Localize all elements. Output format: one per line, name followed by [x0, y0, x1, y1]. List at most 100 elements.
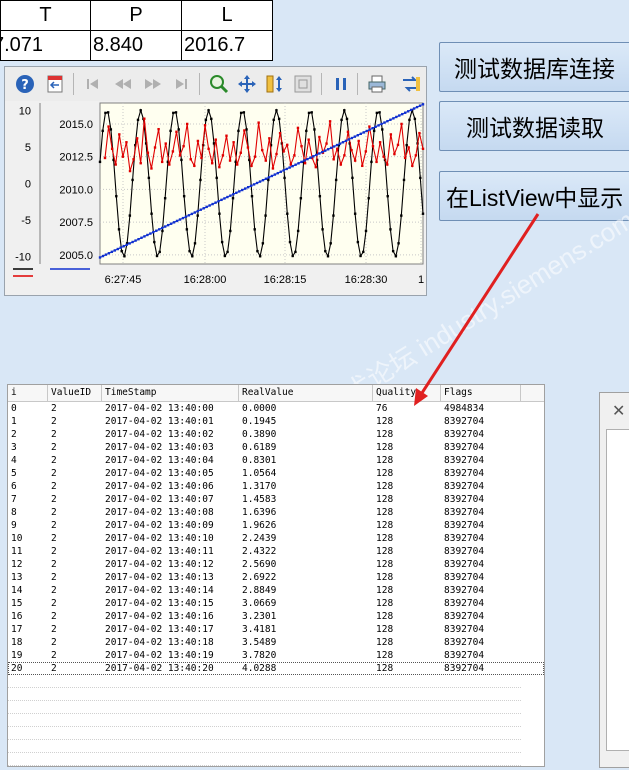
- cell-valueid: 2: [48, 571, 57, 584]
- cell-flags: 8392704: [441, 610, 484, 623]
- test-data-read-button[interactable]: 测试数据读取: [439, 101, 629, 151]
- linear-series-point: [208, 204, 210, 206]
- cell-timestamp: 2017-04-02 13:40:10: [102, 532, 214, 545]
- linear-series-point: [398, 114, 400, 116]
- table-row[interactable]: 5 2 2017-04-02 13:40:05 1.0564 128 8392704: [8, 467, 544, 480]
- noise-series-point: [415, 154, 417, 156]
- table-row[interactable]: 16 2 2017-04-02 13:40:16 3.2301 128 8392704: [8, 610, 544, 623]
- right-axis-tick-label: 2015.0: [59, 119, 93, 131]
- print-icon[interactable]: [365, 72, 389, 96]
- table-row[interactable]: 11 2 2017-04-02 13:40:11 2.4322 128 8392704: [8, 545, 544, 558]
- table-row[interactable]: 8 2 2017-04-02 13:40:08 1.6396 128 8392704: [8, 506, 544, 519]
- svg-text:?: ?: [21, 78, 29, 93]
- sine-series-point: [259, 255, 261, 257]
- table-row[interactable]: 6 2 2017-04-02 13:40:06 1.3170 128 8392704: [8, 480, 544, 493]
- noise-series-point: [165, 142, 167, 144]
- linear-series-point: [197, 210, 199, 212]
- cell-i: 12: [8, 558, 22, 571]
- linear-series-point: [351, 137, 353, 139]
- linear-series-point: [123, 245, 125, 247]
- sine-series-point: [194, 242, 196, 244]
- column-header-valueid[interactable]: ValueID: [48, 385, 102, 401]
- help-icon[interactable]: ?: [13, 72, 37, 96]
- trend-plot[interactable]: 2015.0 2012.5 2010.0 2007.5 2005.0 10 5 0 -5 -10 6…: [5, 101, 427, 296]
- chart-toolbar: ?: [5, 67, 426, 102]
- table-row[interactable]: 12 2 2017-04-02 13:40:12 2.5690 128 8392704: [8, 558, 544, 571]
- cell-i: 8: [8, 506, 17, 519]
- exchange-icon[interactable]: [399, 72, 423, 96]
- noise-series-point: [172, 150, 174, 152]
- export-icon[interactable]: [43, 72, 67, 96]
- linear-series-point: [140, 237, 142, 239]
- table-row[interactable]: 13 2 2017-04-02 13:40:13 2.6922 128 8392704: [8, 571, 544, 584]
- pan-icon[interactable]: [235, 72, 259, 96]
- cell-realvalue: 3.2301: [239, 610, 276, 623]
- sine-series-point: [275, 109, 277, 111]
- noise-series-point: [404, 157, 406, 159]
- linear-series-point: [158, 228, 160, 230]
- zoom-icon[interactable]: [207, 72, 231, 96]
- table-row[interactable]: 19 2 2017-04-02 13:40:19 3.7820 128 8392704: [8, 649, 544, 662]
- first-icon[interactable]: [81, 72, 105, 96]
- sine-series-point: [400, 214, 402, 216]
- linear-series-point: [342, 141, 344, 143]
- cell-quality: 128: [373, 597, 393, 610]
- table-row[interactable]: 18 2 2017-04-02 13:40:18 3.5489 128 8392704: [8, 636, 544, 649]
- sine-series-point: [169, 130, 171, 132]
- cell-quality: 128: [373, 545, 393, 558]
- column-header-quality[interactable]: Quality: [373, 385, 441, 401]
- column-header-realvalue[interactable]: RealValue: [239, 385, 373, 401]
- column-header-flags[interactable]: Flags: [441, 385, 521, 401]
- column-header-timestamp[interactable]: TimeStamp: [102, 385, 239, 401]
- linear-series-point: [111, 251, 113, 253]
- noise-series-point: [186, 123, 188, 125]
- sine-series-point: [102, 130, 104, 132]
- noise-series-point: [357, 140, 359, 142]
- cell-realvalue: 2.6922: [239, 571, 276, 584]
- noise-series-point: [422, 148, 424, 150]
- cell-flags: 8392704: [441, 493, 484, 506]
- pause-icon[interactable]: [329, 72, 353, 96]
- cell-timestamp: 2017-04-02 13:40:19: [102, 649, 214, 662]
- linear-series-point: [217, 200, 219, 202]
- column-header-i[interactable]: i: [8, 385, 48, 401]
- last-icon[interactable]: [169, 72, 193, 96]
- cell-flags: 8392704: [441, 441, 484, 454]
- cell-realvalue: 3.5489: [239, 636, 276, 649]
- linear-series-point: [259, 180, 261, 182]
- reset-icon[interactable]: [291, 72, 315, 96]
- linear-series-point: [357, 134, 359, 136]
- linear-series-point: [410, 109, 412, 111]
- noise-series-point: [350, 149, 352, 151]
- table-row[interactable]: 1 2 2017-04-02 13:40:01 0.1945 128 8392704: [8, 415, 544, 428]
- linear-series-point: [134, 239, 136, 241]
- table-row[interactable]: 2 2 2017-04-02 13:40:02 0.3890 128 8392704: [8, 428, 544, 441]
- cell-i: 19: [8, 649, 22, 662]
- table-row[interactable]: 7 2 2017-04-02 13:40:07 1.4583 128 8392704: [8, 493, 544, 506]
- header-p: P: [91, 1, 182, 31]
- header-l: L: [182, 1, 273, 31]
- table-row[interactable]: 20 2 2017-04-02 13:40:20 4.0288 128 8392704: [8, 662, 544, 675]
- sine-series-point: [365, 230, 367, 232]
- table-row[interactable]: 4 2 2017-04-02 13:40:04 0.8301 128 8392704: [8, 454, 544, 467]
- table-row[interactable]: 15 2 2017-04-02 13:40:15 3.0669 128 8392704: [8, 597, 544, 610]
- close-icon[interactable]: ✕: [612, 401, 625, 421]
- sine-series-point: [324, 250, 326, 252]
- noise-series-point: [315, 166, 317, 168]
- forward-icon[interactable]: [141, 72, 165, 96]
- cell-i: 5: [8, 467, 17, 480]
- table-row[interactable]: 17 2 2017-04-02 13:40:17 3.4181 128 8392704: [8, 623, 544, 636]
- data-listview[interactable]: i ValueID TimeStamp RealValue Quality Fl…: [7, 384, 545, 767]
- rewind-icon[interactable]: [111, 72, 135, 96]
- table-row[interactable]: 9 2 2017-04-02 13:40:09 1.9626 128 8392704: [8, 519, 544, 532]
- table-row[interactable]: 10 2 2017-04-02 13:40:10 2.2439 128 8392704: [8, 532, 544, 545]
- table-row[interactable]: 3 2 2017-04-02 13:40:03 0.6189 128 8392704: [8, 441, 544, 454]
- cell-valueid: 2: [48, 415, 57, 428]
- sine-series-point: [387, 195, 389, 197]
- test-db-connection-button[interactable]: 测试数据库连接: [439, 42, 629, 92]
- linear-series-point: [392, 117, 394, 119]
- scale-icon[interactable]: [263, 72, 287, 96]
- table-row[interactable]: 14 2 2017-04-02 13:40:14 2.8849 128 8392704: [8, 584, 544, 597]
- show-in-listview-button[interactable]: 在ListView中显示: [439, 171, 629, 221]
- table-row[interactable]: 0 2 2017-04-02 13:40:00 0.0000 76 4984834: [8, 402, 544, 415]
